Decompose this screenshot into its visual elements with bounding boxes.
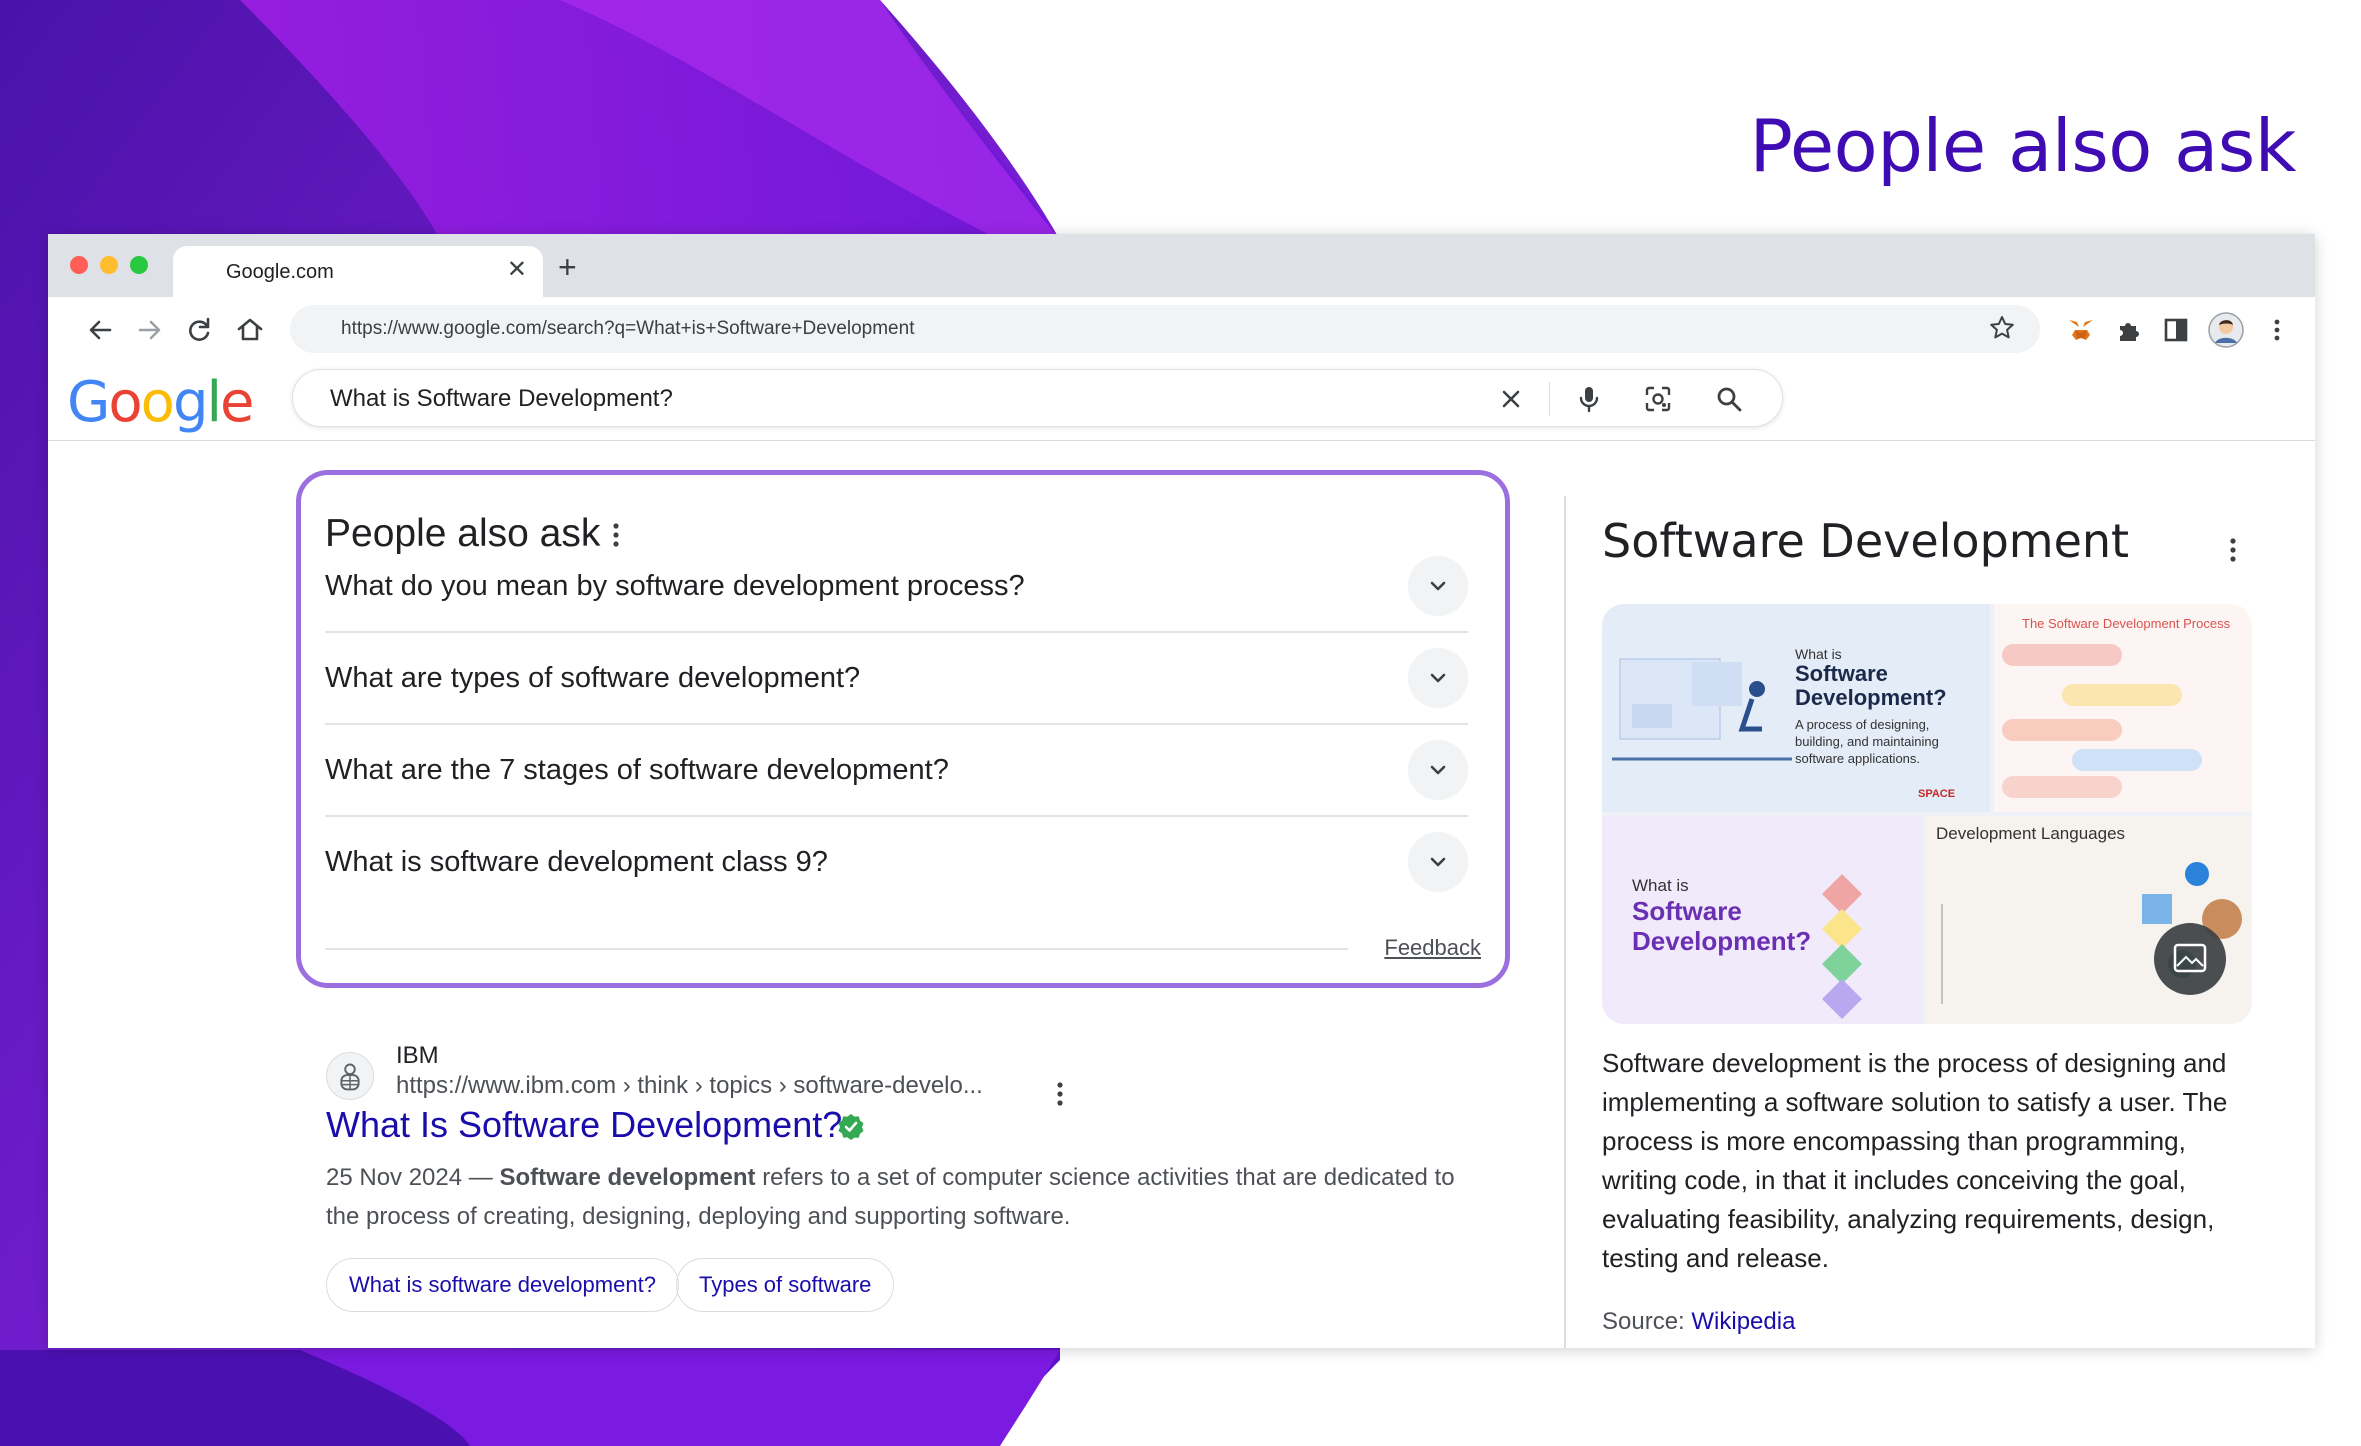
result-title-link[interactable]: What Is Software Development? <box>326 1104 842 1146</box>
search-result: IBM https://www.ibm.com › think › topics… <box>326 1034 1506 1334</box>
knowledge-panel-divider <box>1564 496 1566 1348</box>
tile3-title-line: Software <box>1632 896 1742 926</box>
address-url[interactable]: https://www.google.com/search?q=What+is+… <box>341 318 914 340</box>
tile3-title: Software Development? <box>1632 896 1811 956</box>
related-chip[interactable]: Types of software <box>676 1258 895 1312</box>
voice-search-icon[interactable] <box>1574 384 1604 414</box>
paa-question-text: What are the 7 stages of software develo… <box>325 754 949 786</box>
snippet-text: refers to a set of computer science acti… <box>326 1164 1455 1230</box>
logo-letter: l <box>206 370 222 435</box>
paa-question[interactable]: What are types of software development? <box>325 633 1468 725</box>
people-also-ask-box: People also ask What do you mean by soft… <box>296 470 1510 988</box>
lens-search-icon[interactable] <box>1643 384 1673 414</box>
close-window-button[interactable] <box>70 256 88 274</box>
clear-search-icon[interactable] <box>1496 384 1526 414</box>
minimize-window-button[interactable] <box>100 256 118 274</box>
logo-letter: o <box>108 370 142 435</box>
result-url[interactable]: https://www.ibm.com › think › topics › s… <box>396 1072 983 1100</box>
wikipedia-link[interactable]: Wikipedia <box>1691 1308 1795 1335</box>
tile1-title-line: Development? <box>1795 685 1947 710</box>
result-more-icon[interactable] <box>1056 1080 1064 1108</box>
tab-title: Google.com <box>226 261 334 283</box>
knowledge-panel-description: Software development is the process of d… <box>1602 1048 2228 1273</box>
tile1-title: Software Development? <box>1795 662 1947 710</box>
related-chip[interactable]: What is software development? <box>326 1258 679 1312</box>
side-panel-icon[interactable] <box>2160 314 2192 346</box>
snippet-date: 25 Nov 2024 — <box>326 1164 493 1191</box>
tab-close-icon[interactable]: ✕ <box>507 258 527 282</box>
profile-avatar[interactable] <box>2208 312 2244 348</box>
search-icon[interactable] <box>1714 384 1744 414</box>
extensions-puzzle-icon[interactable] <box>2113 314 2145 346</box>
paa-question-text: What do you mean by software development… <box>325 570 1025 602</box>
paa-question[interactable]: What are the 7 stages of software develo… <box>325 725 1468 817</box>
browser-menu-icon[interactable] <box>2261 314 2293 346</box>
paa-question[interactable]: What is software development class 9? <box>325 817 1468 909</box>
search-box[interactable]: What is Software Development? <box>292 369 1783 427</box>
forward-arrow-icon[interactable] <box>134 314 166 346</box>
result-snippet: 25 Nov 2024 — Software development refer… <box>326 1158 1486 1236</box>
logo-letter: g <box>172 370 209 435</box>
slide-headline: People also ask <box>1749 104 2297 188</box>
paa-question-text: What are types of software development? <box>325 662 861 694</box>
tile3-small: What is <box>1632 876 1689 895</box>
knowledge-panel-more-icon[interactable] <box>2229 536 2237 564</box>
chevron-down-icon[interactable] <box>1408 832 1468 892</box>
paa-question-text: What is software development class 9? <box>325 846 828 878</box>
google-logo[interactable]: Google <box>67 367 255 439</box>
reload-icon[interactable] <box>183 314 215 346</box>
tile1-desc-line: A process of designing, <box>1795 717 1930 732</box>
result-site-name[interactable]: IBM <box>396 1042 439 1070</box>
verified-check-icon <box>838 1114 864 1140</box>
tile1-brand: SPACE <box>1918 788 1956 800</box>
tile1-desc-line: software applications. <box>1795 751 1921 766</box>
knowledge-panel-image-collage[interactable]: What is Software Development? A process o… <box>1602 604 2252 1024</box>
tile1-small: What is <box>1795 646 1842 662</box>
back-arrow-icon[interactable] <box>84 314 116 346</box>
new-tab-icon[interactable]: + <box>558 251 577 283</box>
chevron-down-icon[interactable] <box>1408 648 1468 708</box>
tile1-title-line: Software <box>1795 661 1888 686</box>
tile3-title-line: Development? <box>1632 926 1812 956</box>
source-label: Source: <box>1602 1308 1685 1335</box>
chevron-down-icon[interactable] <box>1408 556 1468 616</box>
feedback-link[interactable]: Feedback <box>1384 935 1481 961</box>
chevron-down-icon[interactable] <box>1408 740 1468 800</box>
tile2-title: The Software Development Process <box>2022 616 2231 631</box>
browser-tab[interactable]: Google.com ✕ <box>173 246 543 297</box>
tile1-desc: A process of designing, building, and mai… <box>1795 716 1939 767</box>
logo-letter: o <box>140 370 175 435</box>
browser-toolbar: https://www.google.com/search?q=What+is+… <box>48 297 2315 363</box>
paa-divider <box>325 948 1348 950</box>
browser-window: Google.com ✕ + https://www.google.com/se… <box>48 234 2315 1348</box>
knowledge-panel-title: Software Development <box>1602 514 2130 568</box>
search-divider <box>1549 382 1550 416</box>
home-icon[interactable] <box>234 314 266 346</box>
tab-bar: Google.com ✕ + <box>48 234 2315 297</box>
snippet-bold: Software development <box>499 1164 756 1191</box>
address-bar[interactable]: https://www.google.com/search?q=What+is+… <box>290 305 2040 353</box>
logo-letter: e <box>220 370 254 435</box>
knowledge-panel-source: Source: Wikipedia <box>1602 1308 1795 1336</box>
bookmark-star-icon[interactable] <box>1988 314 2016 342</box>
search-query[interactable]: What is Software Development? <box>330 385 673 413</box>
google-header: Google What is Software Development? <box>48 363 2315 441</box>
ibm-favicon-icon <box>326 1052 374 1100</box>
tile1-desc-line: building, and maintaining <box>1795 734 1939 749</box>
maximize-window-button[interactable] <box>130 256 148 274</box>
metamask-extension-icon[interactable] <box>2065 314 2097 346</box>
logo-letter: G <box>67 370 110 435</box>
tile4-title: Development Languages <box>1936 824 2126 843</box>
paa-question[interactable]: What do you mean by software development… <box>325 541 1468 633</box>
